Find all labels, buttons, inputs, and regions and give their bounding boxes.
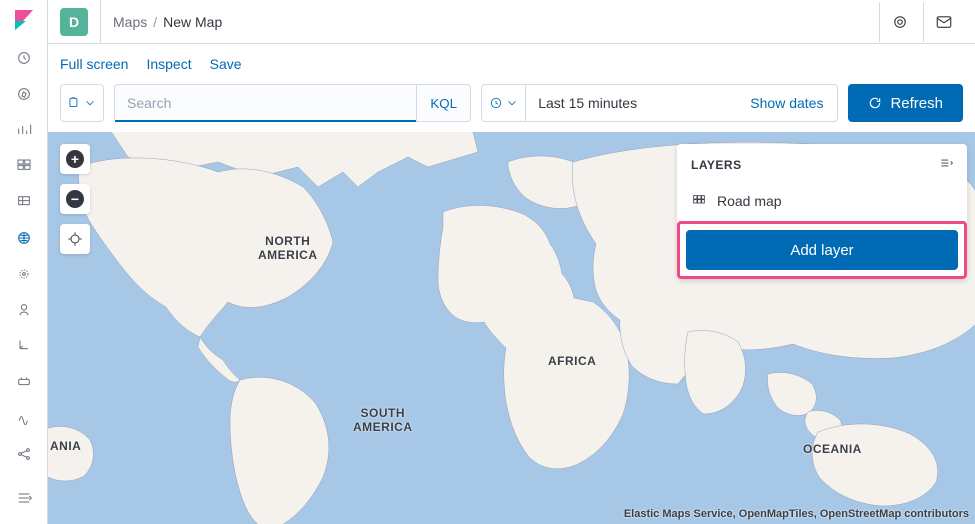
save-link[interactable]: Save (210, 56, 242, 72)
nav-logs-icon[interactable] (0, 328, 48, 364)
zoom-controls: + − (60, 144, 90, 254)
feedback-button[interactable] (923, 2, 963, 42)
main-content: D Maps / New Map Full screen Inspect Sav… (48, 0, 975, 524)
nav-recent-icon[interactable] (0, 40, 48, 76)
nav-graph-icon[interactable] (0, 436, 48, 472)
nav-uptime-icon[interactable] (0, 400, 48, 436)
breadcrumb-separator: / (153, 14, 157, 30)
kql-toggle-button[interactable]: KQL (416, 85, 470, 121)
add-layer-highlight: Add layer (677, 221, 967, 279)
nav-canvas-icon[interactable] (0, 184, 48, 220)
date-picker: Last 15 minutes Show dates (481, 84, 838, 122)
breadcrumb-current: New Map (163, 14, 222, 30)
map-toolbar: Full screen Inspect Save (48, 44, 975, 84)
kibana-logo[interactable] (12, 8, 36, 32)
left-navigation-rail (0, 0, 48, 524)
breadcrumb-app[interactable]: Maps (113, 14, 147, 30)
refresh-button[interactable]: Refresh (848, 84, 963, 122)
zoom-in-button[interactable]: + (60, 144, 90, 174)
add-layer-button[interactable]: Add layer (686, 230, 958, 270)
inspect-link[interactable]: Inspect (146, 56, 191, 72)
zoom-out-button[interactable]: − (60, 184, 90, 214)
nav-collapse-icon[interactable] (0, 480, 48, 516)
show-dates-link[interactable]: Show dates (736, 95, 837, 111)
search-focus-underline (115, 120, 416, 122)
full-screen-link[interactable]: Full screen (60, 56, 128, 72)
date-quick-select[interactable] (482, 85, 526, 121)
fit-to-data-button[interactable] (60, 224, 90, 254)
layers-panel-header: LAYERS (677, 144, 967, 185)
layers-panel-title: LAYERS (691, 158, 742, 172)
newsfeed-button[interactable] (879, 2, 919, 42)
grid-icon (691, 193, 707, 209)
divider (100, 0, 101, 44)
collapse-panel-icon[interactable] (939, 156, 953, 173)
search-input[interactable] (115, 85, 416, 121)
nav-maps-icon[interactable] (0, 220, 48, 256)
breadcrumb: Maps / New Map (113, 14, 222, 30)
layer-item-label: Road map (717, 193, 782, 209)
refresh-button-label: Refresh (890, 95, 943, 112)
nav-discover-icon[interactable] (0, 76, 48, 112)
top-header-bar: D Maps / New Map (48, 0, 975, 44)
nav-infra-icon[interactable] (0, 292, 48, 328)
nav-dashboard-icon[interactable] (0, 148, 48, 184)
layer-item-road-map[interactable]: Road map (677, 185, 967, 221)
query-bar: KQL Last 15 minutes Show dates Refresh (48, 84, 975, 132)
nav-ml-icon[interactable] (0, 256, 48, 292)
search-bar: KQL (114, 84, 471, 122)
add-filter-button[interactable] (60, 84, 104, 122)
layers-panel: LAYERS Road map Add layer (677, 144, 967, 279)
space-selector[interactable]: D (60, 8, 88, 36)
nav-visualize-icon[interactable] (0, 112, 48, 148)
map-canvas[interactable]: NORTH AMERICA SOUTH AMERICA AFRICA OCEAN… (48, 132, 975, 524)
date-range-text[interactable]: Last 15 minutes (526, 95, 736, 111)
nav-apm-icon[interactable] (0, 364, 48, 400)
